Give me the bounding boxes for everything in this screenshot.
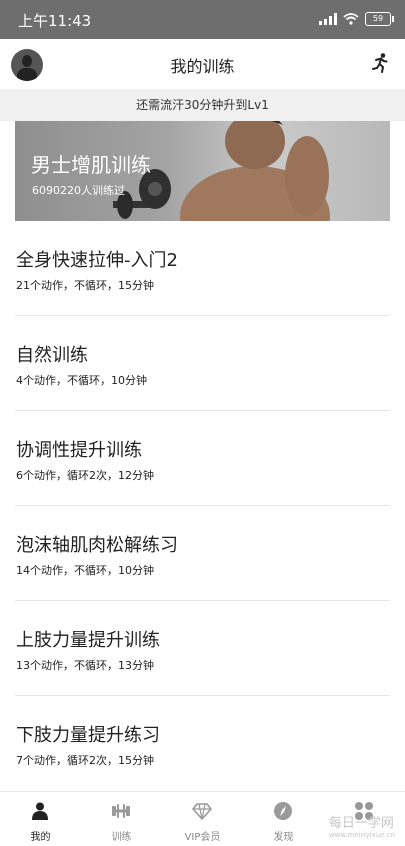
status-time: 上午11:43 bbox=[18, 12, 92, 30]
tab-label: 发现 bbox=[273, 832, 294, 843]
featured-workout-banner[interactable]: 男士增肌训练 6090220人训练过 bbox=[15, 121, 390, 221]
battery-icon: 59 bbox=[365, 12, 394, 26]
tab-label: 我的 bbox=[30, 832, 51, 843]
top-header: 我的训练 bbox=[0, 39, 405, 89]
tab-mine[interactable]: 我的 bbox=[0, 792, 81, 846]
workout-meta: 4个动作，不循环，10分钟 bbox=[16, 374, 147, 387]
workout-meta: 6个动作，循环2次，12分钟 bbox=[16, 469, 154, 482]
list-item[interactable]: 泡沫轴肌肉松解练习 14个动作，不循环，10分钟 bbox=[15, 506, 390, 601]
page-title: 我的训练 bbox=[170, 57, 235, 76]
list-item[interactable]: 协调性提升训练 6个动作，循环2次，12分钟 bbox=[15, 411, 390, 506]
banner-title: 男士增肌训练 bbox=[31, 153, 151, 177]
workout-meta: 14个动作，不循环，10分钟 bbox=[16, 564, 154, 577]
workout-meta: 7个动作，循环2次，15分钟 bbox=[16, 754, 154, 767]
dumbbell-icon bbox=[112, 804, 130, 818]
tab-training[interactable]: 训练 bbox=[81, 792, 162, 846]
workout-name: 全身快速拉伸-入门2 bbox=[16, 250, 178, 271]
workout-name: 协调性提升训练 bbox=[16, 440, 142, 461]
diamond-icon bbox=[192, 803, 212, 820]
list-item[interactable]: 下肢力量提升练习 7个动作，循环2次，15分钟 bbox=[15, 696, 390, 790]
workout-name: 泡沫轴肌肉松解练习 bbox=[16, 535, 178, 556]
workout-name: 自然训练 bbox=[16, 345, 88, 366]
compass-icon bbox=[274, 802, 292, 820]
tab-discover[interactable]: 发现 bbox=[243, 792, 324, 846]
running-icon[interactable] bbox=[369, 52, 391, 74]
watermark-text: 每日一学网 bbox=[328, 816, 394, 831]
status-icons: 59 bbox=[319, 10, 394, 28]
level-notice[interactable]: 还需流汗30分钟升到Lv1 bbox=[0, 89, 405, 121]
workout-list: 全身快速拉伸-入门2 21个动作，不循环，15分钟 自然训练 4个动作，不循环，… bbox=[15, 221, 390, 790]
signal-icon bbox=[319, 13, 337, 25]
list-item[interactable]: 上肢力量提升训练 13个动作，不循环，13分钟 bbox=[15, 601, 390, 696]
tab-vip[interactable]: VIP会员 bbox=[162, 792, 243, 846]
tab-label: 训练 bbox=[111, 832, 132, 843]
watermark: 每日一学网 www.meiriyixue.cn bbox=[329, 812, 395, 839]
status-bar: 上午11:43 59 bbox=[0, 0, 405, 39]
workout-meta: 21个动作，不循环，15分钟 bbox=[16, 279, 154, 292]
wifi-icon bbox=[343, 13, 359, 25]
banner-subtitle: 6090220人训练过 bbox=[32, 184, 125, 197]
tab-label: VIP会员 bbox=[184, 832, 221, 843]
workout-meta: 13个动作，不循环，13分钟 bbox=[16, 659, 154, 672]
workout-name: 上肢力量提升训练 bbox=[16, 630, 160, 651]
list-item[interactable]: 全身快速拉伸-入门2 21个动作，不循环，15分钟 bbox=[15, 221, 390, 316]
person-icon bbox=[32, 802, 48, 820]
workout-name: 下肢力量提升练习 bbox=[16, 725, 160, 746]
list-item[interactable]: 自然训练 4个动作，不循环，10分钟 bbox=[15, 316, 390, 411]
watermark-url: www.meiriyixue.cn bbox=[328, 831, 395, 839]
